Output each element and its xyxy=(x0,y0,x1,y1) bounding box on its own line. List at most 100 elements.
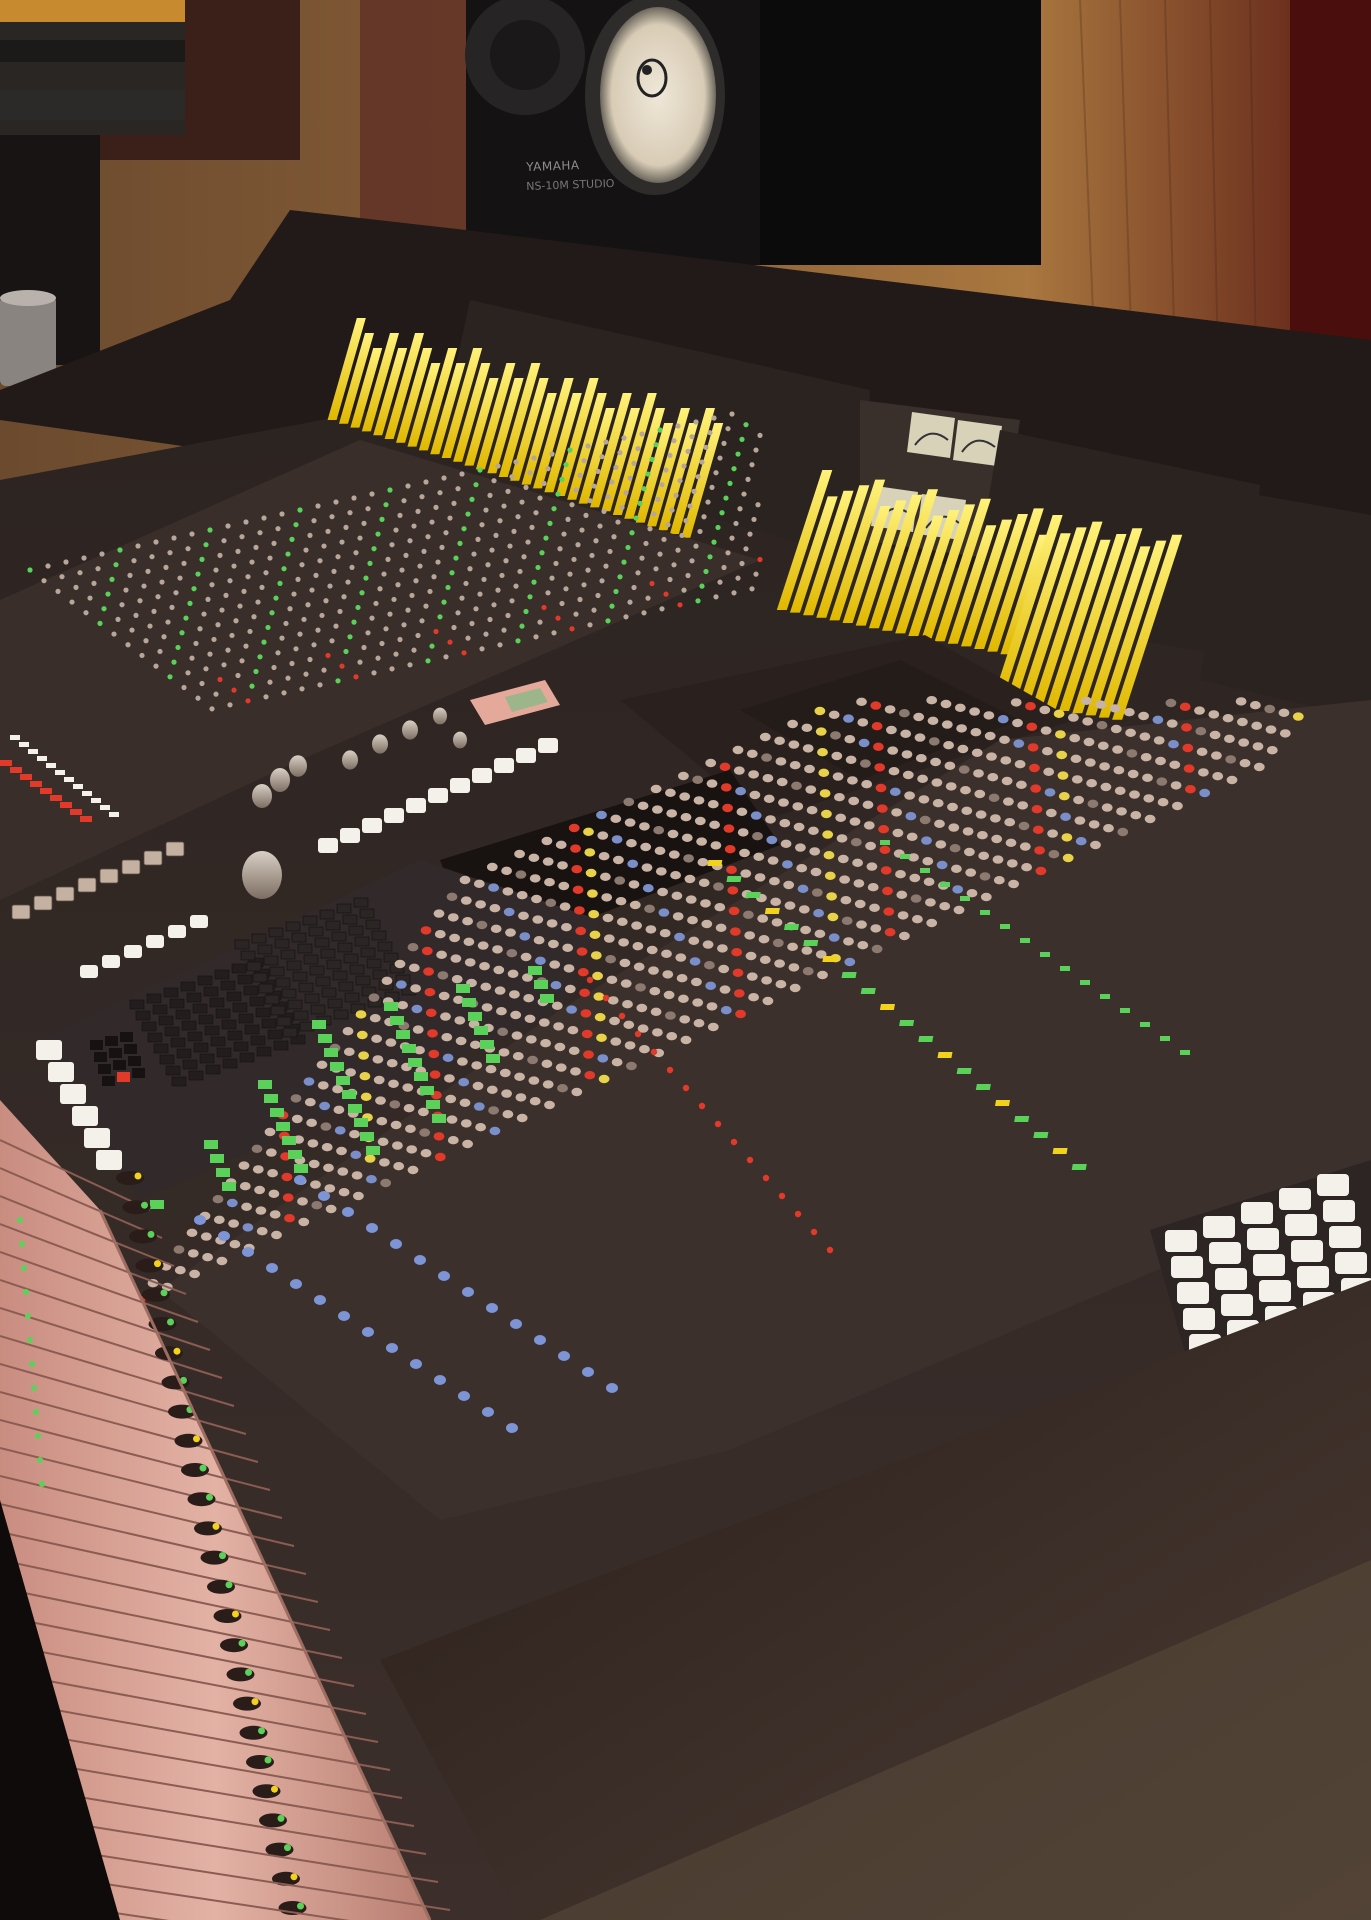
channel-knob xyxy=(1195,727,1207,736)
green-button xyxy=(282,1136,296,1145)
channel-knob xyxy=(939,902,951,911)
channel-knob xyxy=(516,891,528,900)
channel-knob xyxy=(337,1167,349,1176)
channel-knob xyxy=(749,790,761,800)
channel-knob xyxy=(479,962,490,971)
channel-knob xyxy=(1019,842,1031,851)
channel-knob xyxy=(325,652,331,659)
channel-knob xyxy=(213,1215,225,1225)
white-button xyxy=(28,749,38,754)
channel-knob xyxy=(518,911,529,920)
key-button xyxy=(171,1076,187,1087)
channel-knob xyxy=(455,486,461,492)
key-button xyxy=(98,1064,111,1074)
channel-knob xyxy=(1126,749,1138,758)
channel-knob xyxy=(434,930,446,939)
channel-knob xyxy=(705,499,711,505)
white-button xyxy=(1259,1280,1291,1302)
channel-knob xyxy=(645,595,651,601)
grey-button xyxy=(55,886,75,902)
signal-led xyxy=(803,940,819,946)
channel-knob xyxy=(207,651,213,657)
channel-knob xyxy=(386,1059,398,1068)
channel-knob xyxy=(209,706,215,712)
signal-led xyxy=(937,1052,953,1058)
channel-knob xyxy=(477,467,483,473)
channel-knob xyxy=(115,616,121,623)
channel-knob xyxy=(77,570,83,576)
channel-knob xyxy=(993,876,1005,885)
channel-knob xyxy=(647,526,653,532)
channel-knob xyxy=(658,908,670,917)
channel-knob xyxy=(113,562,119,568)
channel-knob xyxy=(863,821,875,830)
channel-knob xyxy=(543,535,549,541)
channel-knob xyxy=(949,844,961,853)
channel-knob xyxy=(936,860,948,870)
grey-button xyxy=(143,850,163,866)
channel-knob xyxy=(857,718,869,727)
channel-knob xyxy=(528,853,540,862)
channel-knob xyxy=(719,985,731,994)
channel-knob xyxy=(757,432,763,438)
channel-knob xyxy=(373,1075,385,1085)
channel-knob xyxy=(1053,709,1065,718)
channel-knob xyxy=(1198,768,1209,777)
channel-knob xyxy=(1142,773,1153,782)
channel-knob xyxy=(402,1083,414,1092)
channel-knob xyxy=(321,667,327,673)
channel-knob xyxy=(865,841,876,851)
channel-knob xyxy=(655,496,661,502)
red-led xyxy=(0,760,12,766)
channel-knob xyxy=(369,615,375,621)
channel-knob xyxy=(917,774,928,783)
channel-knob xyxy=(577,596,583,603)
channel-knob xyxy=(502,1110,514,1119)
channel-knob xyxy=(1170,781,1182,790)
channel-knob xyxy=(475,900,486,909)
channel-knob xyxy=(575,542,581,548)
channel-knob xyxy=(1004,818,1016,827)
channel-knob xyxy=(910,894,922,903)
channel-knob xyxy=(181,684,187,691)
channel-knob xyxy=(841,916,853,925)
channel-knob xyxy=(725,426,731,432)
signal-led xyxy=(841,972,857,978)
channel-knob xyxy=(175,644,181,651)
channel-knob xyxy=(1139,732,1151,741)
fader-led xyxy=(141,1201,148,1209)
channel-knob xyxy=(1266,746,1278,755)
key-button xyxy=(342,914,358,925)
channel-knob xyxy=(421,946,433,956)
channel-knob xyxy=(713,882,724,891)
channel-knob xyxy=(1265,725,1277,734)
channel-knob xyxy=(308,1159,320,1169)
channel-knob xyxy=(644,904,655,913)
channel-knob xyxy=(473,879,485,888)
white-button xyxy=(168,925,186,938)
white-button xyxy=(55,770,65,775)
channel-knob xyxy=(475,536,481,543)
key-button xyxy=(128,1056,141,1066)
white-button xyxy=(1317,1174,1349,1196)
channel-knob xyxy=(241,588,247,595)
channel-knob xyxy=(631,584,637,591)
key-button xyxy=(113,1060,126,1070)
channel-knob xyxy=(423,479,429,485)
channel-knob xyxy=(353,1191,364,1201)
channel-knob xyxy=(801,946,813,955)
white-button xyxy=(124,945,142,958)
channel-knob xyxy=(594,1013,606,1022)
channel-knob xyxy=(473,482,479,488)
grey-button xyxy=(77,877,97,893)
channel-knob xyxy=(1016,780,1027,789)
channel-knob xyxy=(577,472,583,478)
channel-knob xyxy=(549,575,555,581)
channel-knob xyxy=(253,544,259,550)
key-button xyxy=(270,1005,286,1016)
channel-knob xyxy=(1181,723,1192,732)
channel-knob xyxy=(485,562,491,568)
channel-knob xyxy=(333,499,339,505)
channel-knob xyxy=(63,559,69,565)
channel-knob xyxy=(745,476,751,482)
